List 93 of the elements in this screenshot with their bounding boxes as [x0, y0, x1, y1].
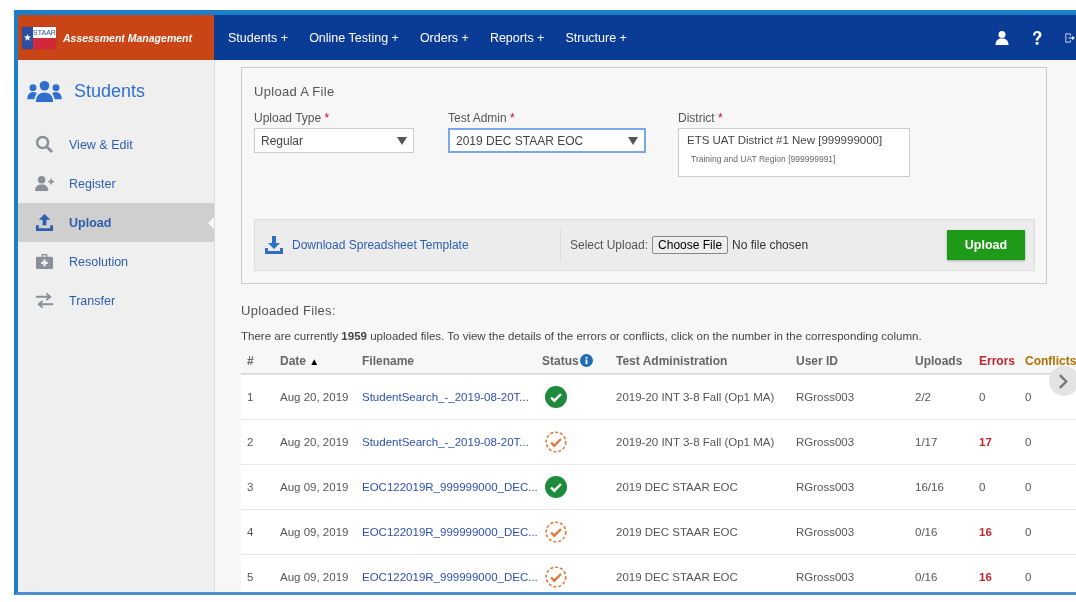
column-header: Conflicts: [1025, 353, 1076, 368]
table-cell: 0/16: [914, 554, 978, 592]
column-header: Status: [542, 353, 579, 368]
caret-icon: [628, 136, 638, 145]
table-cell: 0: [978, 374, 1024, 420]
nav-menu-item[interactable]: Orders +: [419, 30, 469, 45]
table-cell: 4: [241, 509, 279, 555]
choose-file-button[interactable]: Choose File: [652, 236, 729, 254]
table-cell: 2019-20 INT 3-8 Fall (Op1 MA): [615, 374, 795, 420]
column-header: Filename: [362, 353, 415, 368]
table-cell: 0: [1024, 464, 1076, 510]
download-template-link[interactable]: Download Spreadsheet Template: [264, 229, 561, 261]
nav-menu-item[interactable]: Structure +: [565, 30, 627, 45]
search-icon: [35, 135, 54, 154]
table-cell: 0: [1024, 419, 1076, 465]
sidebar-item[interactable]: Resolution: [18, 242, 214, 281]
errors-link[interactable]: 16: [978, 554, 1024, 592]
column-header: Uploads: [915, 353, 963, 368]
table-cell: 3: [241, 464, 279, 510]
table-cell: 2019 DEC STAAR EOC: [615, 509, 795, 555]
table-cell: 16/16: [914, 464, 978, 510]
dashed-check-circle-icon: [545, 431, 567, 453]
sidebar-item[interactable]: Upload: [18, 203, 214, 242]
sidebar-title: Students: [74, 81, 146, 102]
sidebar-item[interactable]: Register: [18, 164, 214, 203]
dashed-check-circle-icon: [545, 566, 567, 588]
table-cell: RGross003: [795, 554, 914, 592]
column-header: #: [247, 353, 254, 368]
field-label: Upload Type *: [254, 111, 331, 125]
nav-menu-item[interactable]: Students +: [228, 30, 289, 45]
nav-menu-item[interactable]: Reports +: [489, 30, 545, 45]
table-cell: Aug 09, 2019: [279, 554, 361, 592]
caret-icon: [397, 136, 407, 145]
sidebar-item[interactable]: Transfer: [18, 281, 214, 320]
description-text: There are currently 1959 uploaded files. To view the details of the errors or conflicts, click on the number in the corresponding column.: [241, 330, 923, 342]
table-cell: Aug 20, 2019: [279, 419, 361, 465]
table-cell: 0: [978, 464, 1024, 510]
table-cell: 2019-20 INT 3-8 Fall (Op1 MA): [615, 419, 795, 465]
upload-button[interactable]: Upload: [947, 230, 1025, 260]
column-header[interactable]: Date ▲: [280, 353, 320, 368]
table-cell: RGross003: [795, 374, 914, 420]
table-cell: RGross003: [795, 509, 914, 555]
column-header: Errors: [979, 353, 1016, 368]
check-circle-icon: [545, 476, 567, 498]
table-cell: Aug 09, 2019: [279, 509, 361, 555]
transfer-icon: [35, 291, 54, 310]
field-label: District *: [678, 111, 724, 125]
sidebar-item[interactable]: View & Edit: [18, 125, 214, 164]
filename-link[interactable]: EOC122019R_999999000_DEC...: [361, 464, 541, 510]
table-cell: 2: [241, 419, 279, 465]
check-circle-icon: [545, 386, 567, 408]
field-label: Test Admin *: [448, 111, 516, 125]
filename-link[interactable]: StudentSearch_-_2019-08-20T...: [361, 374, 541, 420]
filename-link[interactable]: StudentSearch_-_2019-08-20T...: [361, 419, 541, 465]
upload-icon: [35, 213, 54, 232]
column-header: User ID: [796, 353, 839, 368]
file-status-text: No file chosen: [732, 238, 809, 252]
district-field[interactable]: ETS UAT District #1 New [999999000] Training and UAT Region [999999991]: [678, 128, 910, 177]
table-cell: Aug 09, 2019: [279, 464, 361, 510]
chevron-right-icon: [1058, 373, 1069, 389]
filename-link[interactable]: EOC122019R_999999000_DEC...: [361, 554, 541, 592]
people-icon: [27, 80, 62, 103]
errors-link[interactable]: 17: [978, 419, 1024, 465]
section-title: Uploaded Files:: [241, 303, 337, 318]
logo-stripe: [33, 37, 56, 49]
table-cell: 2/2: [914, 374, 978, 420]
add-user-icon: [35, 174, 54, 193]
scroll-right-button[interactable]: [1049, 366, 1076, 396]
panel-title: Upload A File: [254, 84, 336, 99]
table-cell: 2019 DEC STAAR EOC: [615, 464, 795, 510]
table-cell: 5: [241, 554, 279, 592]
table-cell: 0: [1024, 554, 1076, 592]
table-cell: 1/17: [914, 419, 978, 465]
table-cell: RGross003: [795, 419, 914, 465]
table-cell: RGross003: [795, 464, 914, 510]
app-title: Assessment Management: [63, 31, 192, 44]
table-cell: 1: [241, 374, 279, 420]
user-icon[interactable]: [994, 29, 1010, 46]
medical-kit-icon: [35, 252, 54, 271]
upload-type-select[interactable]: Regular: [254, 128, 414, 153]
table-cell: Aug 20, 2019: [279, 374, 361, 420]
filename-link[interactable]: EOC122019R_999999000_DEC...: [361, 509, 541, 555]
download-icon: [264, 235, 284, 255]
nav-menu-item[interactable]: Online Testing +: [309, 30, 399, 45]
table-cell: 0/16: [914, 509, 978, 555]
select-upload-label: Select Upload:: [570, 238, 649, 252]
table-cell: 0: [1024, 509, 1076, 555]
test-admin-select[interactable]: 2019 DEC STAAR EOC: [448, 128, 646, 153]
dashed-check-circle-icon: [545, 521, 567, 543]
errors-link[interactable]: 16: [978, 509, 1024, 555]
table-cell: 2019 DEC STAAR EOC: [615, 554, 795, 592]
column-header: Test Administration: [616, 353, 728, 368]
info-icon[interactable]: [579, 354, 593, 367]
